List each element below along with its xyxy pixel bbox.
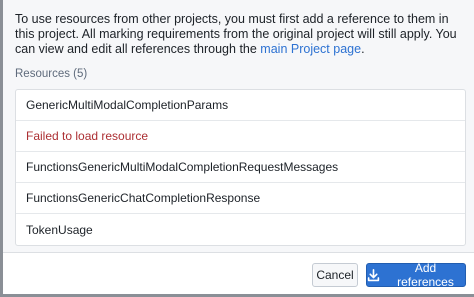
- dialog-body: To use resources from other projects, yo…: [3, 0, 474, 252]
- intro-text: To use resources from other projects, yo…: [15, 12, 467, 57]
- resource-item: GenericMultiModalCompletionParams: [16, 90, 465, 121]
- resources-list: GenericMultiModalCompletionParams Failed…: [15, 89, 466, 246]
- cancel-button[interactable]: Cancel: [312, 263, 358, 287]
- import-icon: [367, 268, 380, 282]
- resources-count-label: Resources (5): [15, 68, 88, 80]
- resource-item-error: Failed to load resource: [16, 121, 465, 152]
- resource-item: TokenUsage: [16, 214, 465, 245]
- intro-text-end: .: [361, 42, 365, 56]
- cancel-button-label: Cancel: [316, 268, 354, 282]
- add-references-button[interactable]: Add references: [366, 261, 466, 289]
- resource-item: FunctionsGenericChatCompletionResponse: [16, 183, 465, 214]
- intro-text-main: To use resources from other projects, yo…: [15, 12, 457, 56]
- resource-item: FunctionsGenericMultiModalCompletionRequ…: [16, 152, 465, 183]
- main-project-page-link[interactable]: main Project page: [260, 42, 361, 56]
- resource-item-label: FunctionsGenericChatCompletionResponse: [26, 191, 261, 205]
- resource-error-label: Failed to load resource: [26, 129, 149, 143]
- add-references-dialog: To use resources from other projects, yo…: [0, 0, 474, 297]
- resource-item-label: FunctionsGenericMultiModalCompletionRequ…: [26, 160, 339, 174]
- resource-item-label: TokenUsage: [26, 222, 93, 237]
- add-references-label: Add references: [397, 261, 454, 289]
- dialog-footer: Cancel Add references: [3, 252, 474, 294]
- resource-item-label: GenericMultiModalCompletionParams: [26, 98, 229, 112]
